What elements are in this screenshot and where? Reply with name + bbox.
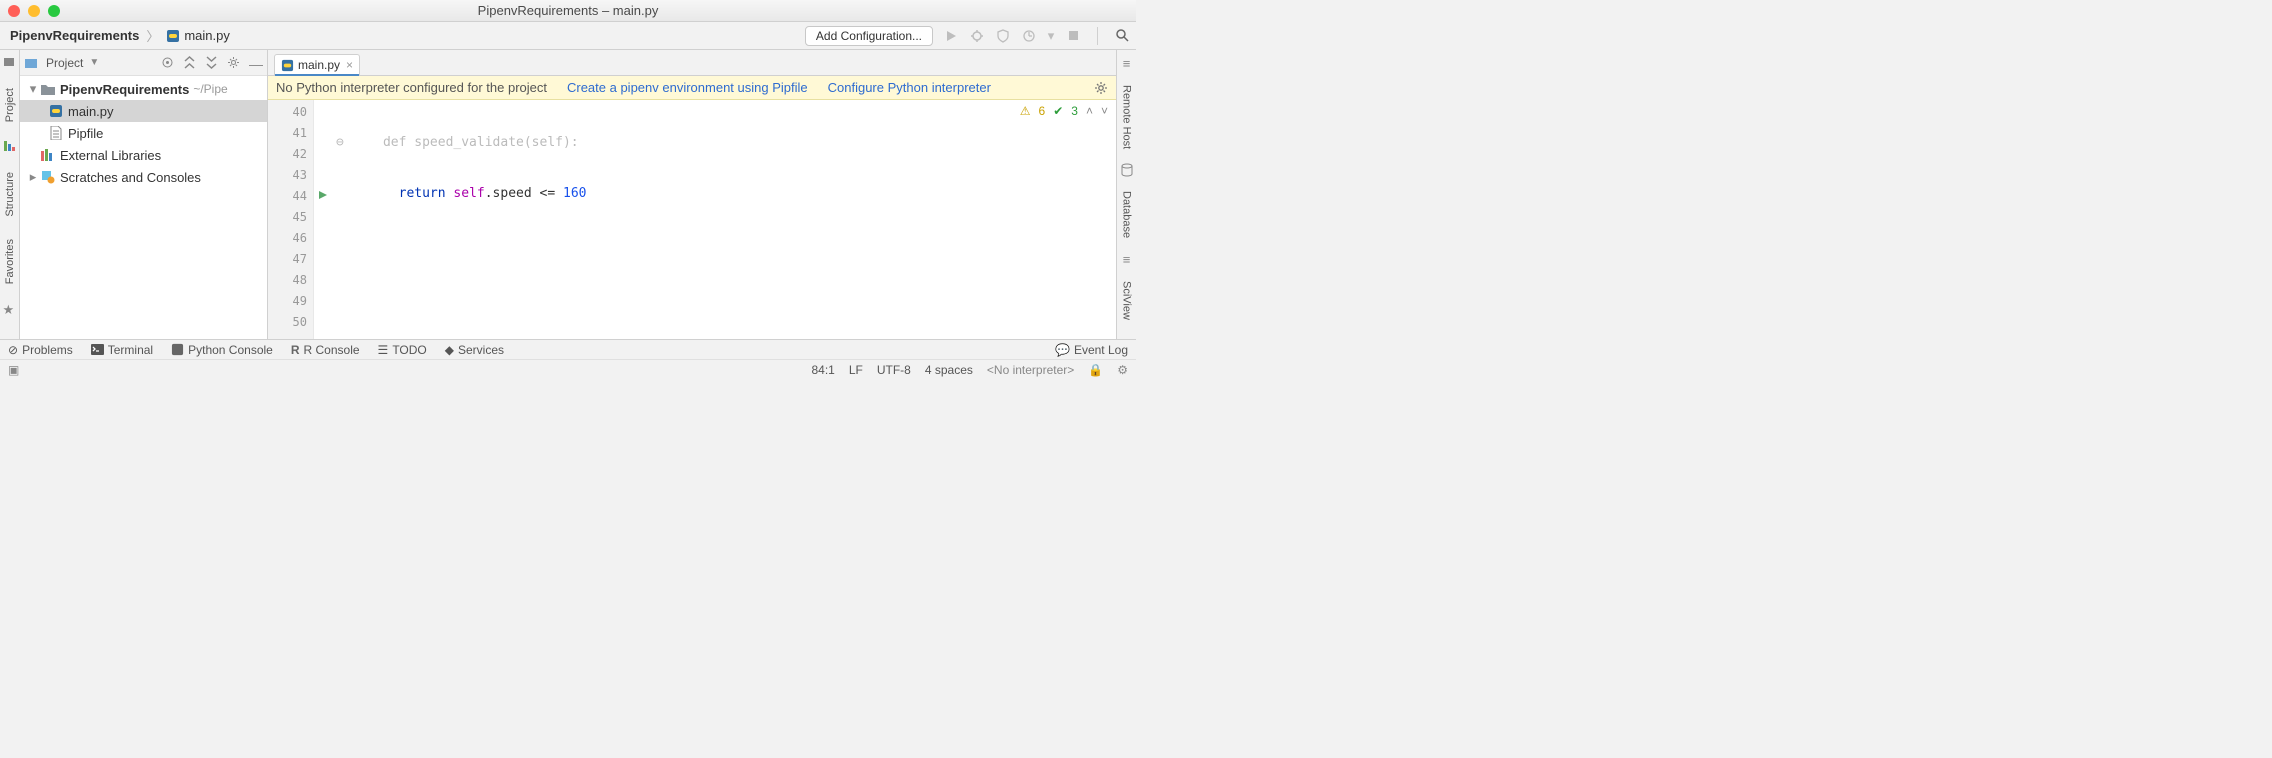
tool-window-services[interactable]: ◆Services — [445, 343, 504, 357]
project-root-row[interactable]: ▾ PipenvRequirements ~/Pipe — [20, 78, 267, 100]
python-file-icon — [281, 59, 294, 72]
folder-icon — [40, 81, 56, 97]
rail-favorites[interactable]: Favorites — [4, 235, 16, 288]
problems-icon: ⊘ — [8, 343, 18, 357]
rail-remote-host[interactable]: Remote Host — [1121, 81, 1133, 153]
list-icon: ☰ — [378, 343, 389, 357]
gear-icon[interactable] — [1094, 81, 1108, 95]
scratches-icon — [40, 169, 56, 185]
project-rail-icon — [3, 56, 17, 70]
chevron-up-icon[interactable]: ˄ — [1086, 104, 1093, 118]
status-bar-tool-windows-icon[interactable]: ▣ — [8, 363, 19, 377]
libraries-icon — [40, 147, 56, 163]
rail-project[interactable]: Project — [4, 84, 16, 126]
interpreter-banner: No Python interpreter configured for the… — [268, 76, 1116, 100]
status-indent[interactable]: 4 spaces — [925, 363, 973, 377]
close-icon[interactable]: × — [346, 58, 353, 72]
tool-window-r-console[interactable]: RR Console — [291, 343, 360, 357]
project-root-label: PipenvRequirements — [60, 82, 189, 97]
run-gutter — [314, 100, 332, 339]
scratches-row[interactable]: ▸ Scratches and Consoles — [20, 166, 267, 188]
tool-window-todo[interactable]: ☰TODO — [378, 343, 427, 357]
tool-window-python-console[interactable]: Python Console — [171, 343, 273, 357]
run-line-marker-icon[interactable] — [314, 184, 332, 205]
window-title: PipenvRequirements – main.py — [0, 3, 1136, 18]
code-editor[interactable]: ⊖ def speed_validate(self): return self.… — [332, 100, 1116, 339]
status-encoding[interactable]: UTF-8 — [877, 363, 911, 377]
tool-window-problems[interactable]: ⊘Problems — [8, 343, 73, 357]
tree-file-pipfile[interactable]: Pipfile — [20, 122, 267, 144]
project-root-path: ~/Pipe — [193, 82, 227, 96]
chevron-down-icon[interactable]: ˅ — [1101, 104, 1108, 118]
run-icon[interactable] — [943, 28, 959, 44]
status-interpreter[interactable]: <No interpreter> — [987, 363, 1074, 377]
tree-file-label: Pipfile — [68, 126, 103, 141]
tree-file-main[interactable]: main.py — [20, 100, 267, 122]
breadcrumb: PipenvRequirements 〉 main.py — [10, 26, 230, 45]
tree-file-label: main.py — [68, 104, 114, 119]
rail-database[interactable]: Database — [1121, 187, 1133, 242]
collapse-all-icon[interactable] — [205, 56, 219, 70]
breadcrumb-separator-icon: 〉 — [146, 26, 159, 45]
warning-icon: ⚠ — [1020, 104, 1031, 118]
database-icon[interactable] — [1121, 163, 1133, 177]
add-configuration-button[interactable]: Add Configuration... — [805, 26, 933, 46]
text-file-icon — [48, 125, 64, 141]
menu-icon[interactable]: ≡ — [1123, 56, 1131, 71]
services-icon: ◆ — [445, 343, 454, 357]
chevron-down-icon: ▾ — [28, 81, 38, 97]
tool-window-event-log[interactable]: 💬Event Log — [1055, 343, 1128, 357]
breadcrumb-file[interactable]: main.py — [184, 28, 230, 43]
editor-tab-main[interactable]: main.py × — [274, 54, 360, 75]
status-eol[interactable]: LF — [849, 363, 863, 377]
event-log-icon: 💬 — [1055, 343, 1070, 357]
structure-rail-icon — [3, 140, 17, 154]
profile-icon[interactable] — [1021, 28, 1037, 44]
sciview-icon[interactable]: ≡ — [1123, 252, 1131, 267]
external-libraries-row[interactable]: External Libraries — [20, 144, 267, 166]
star-icon: ★ — [3, 302, 17, 316]
status-caret[interactable]: 84:1 — [811, 363, 834, 377]
expand-all-icon[interactable] — [183, 56, 197, 70]
banner-link-create-pipenv[interactable]: Create a pipenv environment using Pipfil… — [567, 80, 808, 95]
python-file-icon — [48, 103, 64, 119]
locate-icon[interactable] — [161, 56, 175, 70]
project-header-title[interactable]: Project — [46, 56, 83, 70]
chevron-down-icon[interactable]: ▾ — [1047, 28, 1055, 44]
banner-link-configure-interpreter[interactable]: Configure Python interpreter — [828, 80, 991, 95]
r-icon: R — [291, 343, 300, 357]
rail-sciview[interactable]: SciView — [1121, 277, 1133, 324]
check-icon: ✔ — [1053, 104, 1063, 118]
external-libraries-label: External Libraries — [60, 148, 161, 163]
search-icon[interactable] — [1114, 28, 1130, 44]
chevron-down-icon[interactable]: ▼ — [89, 57, 99, 68]
chevron-right-icon: ▸ — [28, 169, 38, 185]
rail-structure[interactable]: Structure — [4, 168, 16, 221]
ide-settings-icon[interactable]: ⚙ — [1117, 363, 1128, 377]
coverage-icon[interactable] — [995, 28, 1011, 44]
stop-icon[interactable] — [1065, 28, 1081, 44]
python-icon — [171, 343, 184, 356]
line-number-gutter[interactable]: 40 41 42 43 44 45 46 47 48 49 50 — [268, 100, 314, 339]
editor-tab-label: main.py — [298, 58, 340, 72]
separator — [1097, 27, 1098, 45]
tool-window-terminal[interactable]: Terminal — [91, 343, 153, 357]
banner-message: No Python interpreter configured for the… — [276, 80, 547, 95]
scratches-label: Scratches and Consoles — [60, 170, 201, 185]
inspection-widget[interactable]: ⚠6 ✔3 ˄ ˅ — [1020, 104, 1108, 118]
terminal-icon — [91, 344, 104, 355]
python-file-icon — [166, 29, 180, 43]
breadcrumb-root[interactable]: PipenvRequirements — [10, 28, 139, 43]
debug-icon[interactable] — [969, 28, 985, 44]
gear-icon[interactable] — [227, 56, 241, 70]
project-view-icon — [24, 56, 38, 70]
hide-icon[interactable]: — — [249, 56, 263, 70]
lock-icon[interactable]: 🔒 — [1088, 363, 1103, 377]
